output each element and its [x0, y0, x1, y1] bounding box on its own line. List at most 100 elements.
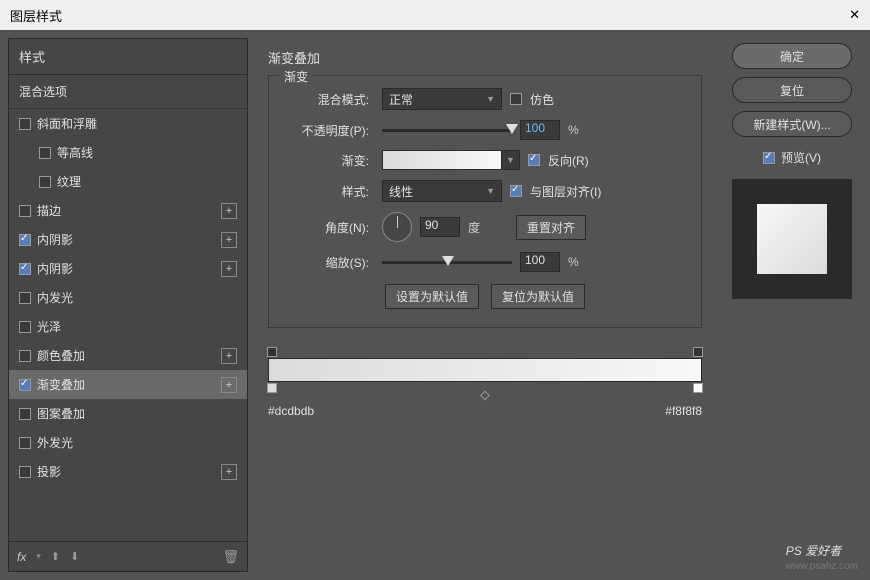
style-label: 等高线: [57, 144, 93, 161]
angle-input[interactable]: 90: [420, 217, 460, 237]
chevron-down-icon: ▼: [486, 186, 495, 196]
style-label: 光泽: [37, 318, 61, 335]
style-label: 投影: [37, 463, 61, 480]
style-item-4[interactable]: 内阴影 +: [9, 225, 247, 254]
fx-icon[interactable]: fx: [17, 550, 26, 564]
hex-left: #dcdbdb: [268, 404, 314, 418]
style-checkbox[interactable]: [19, 263, 31, 275]
style-checkbox[interactable]: [19, 437, 31, 449]
color-stop-left[interactable]: [267, 383, 277, 393]
arrow-down-icon[interactable]: ⬇: [70, 550, 79, 563]
reverse-checkbox[interactable]: [528, 154, 540, 166]
opacity-label: 不透明度(P):: [284, 122, 374, 139]
preview-thumbnail: [732, 179, 852, 299]
add-instance-icon[interactable]: +: [221, 203, 237, 219]
settings-panel: 渐变叠加 渐变 混合模式: 正常▼ 仿色 不透明度(P): 100 % 渐变:: [248, 38, 722, 572]
gradient-dropdown[interactable]: ▼: [502, 150, 520, 170]
color-stop-right[interactable]: [693, 383, 703, 393]
style-select[interactable]: 线性▼: [382, 180, 502, 202]
align-checkbox[interactable]: [510, 185, 522, 197]
add-instance-icon[interactable]: +: [221, 348, 237, 364]
add-instance-icon[interactable]: +: [221, 464, 237, 480]
scale-input[interactable]: 100: [520, 252, 560, 272]
new-style-button[interactable]: 新建样式(W)...: [732, 111, 852, 137]
cancel-button[interactable]: 复位: [732, 77, 852, 103]
styles-sidebar: 样式 混合选项 斜面和浮雕等高线纹理描边+内阴影+内阴影+内发光光泽颜色叠加+渐…: [8, 38, 248, 572]
style-checkbox[interactable]: [19, 292, 31, 304]
blending-options[interactable]: 混合选项: [9, 75, 247, 109]
opacity-stop-left[interactable]: [267, 347, 277, 357]
style-checkbox[interactable]: [19, 321, 31, 333]
add-instance-icon[interactable]: +: [221, 232, 237, 248]
window-title: 图层样式: [10, 6, 62, 25]
angle-dial[interactable]: [382, 212, 412, 242]
arrow-up-icon[interactable]: ⬆: [51, 550, 60, 563]
make-default-button[interactable]: 设置为默认值: [385, 284, 479, 309]
reverse-label: 反向(R): [548, 152, 589, 169]
blend-mode-select[interactable]: 正常▼: [382, 88, 502, 110]
watermark: PS 爱好者 www.psahz.com: [786, 538, 858, 572]
style-checkbox[interactable]: [19, 350, 31, 362]
style-checkbox[interactable]: [39, 147, 51, 159]
angle-label: 角度(N):: [284, 219, 374, 236]
style-checkbox[interactable]: [19, 408, 31, 420]
style-label: 描边: [37, 202, 61, 219]
opacity-input[interactable]: 100: [520, 120, 560, 140]
style-item-8[interactable]: 颜色叠加 +: [9, 341, 247, 370]
gradient-editor[interactable]: #dcdbdb #f8f8f8: [268, 358, 702, 418]
reset-align-button[interactable]: 重置对齐: [516, 215, 586, 240]
style-label: 渐变叠加: [37, 376, 85, 393]
style-item-9[interactable]: 渐变叠加 +: [9, 370, 247, 399]
align-label: 与图层对齐(I): [530, 183, 601, 200]
scale-label: 缩放(S):: [284, 254, 374, 271]
style-item-7[interactable]: 光泽: [9, 312, 247, 341]
style-label: 内阴影: [37, 231, 73, 248]
style-item-5[interactable]: 内阴影 +: [9, 254, 247, 283]
scale-slider[interactable]: [382, 261, 512, 264]
fieldset-label: 渐变: [279, 68, 313, 85]
preview-checkbox[interactable]: [763, 152, 775, 164]
close-icon[interactable]: ✕: [849, 7, 860, 23]
blend-mode-label: 混合模式:: [284, 91, 374, 108]
style-item-12[interactable]: 投影 +: [9, 457, 247, 486]
style-item-2[interactable]: 纹理: [9, 167, 247, 196]
style-label: 颜色叠加: [37, 347, 85, 364]
caret-icon: ▾: [36, 551, 41, 562]
section-title: 渐变叠加: [268, 48, 702, 67]
dither-label: 仿色: [530, 91, 554, 108]
style-label: 斜面和浮雕: [37, 115, 97, 132]
midpoint-icon[interactable]: [480, 391, 490, 401]
style-item-0[interactable]: 斜面和浮雕: [9, 109, 247, 138]
style-checkbox[interactable]: [39, 176, 51, 188]
ok-button[interactable]: 确定: [732, 43, 852, 69]
style-item-10[interactable]: 图案叠加: [9, 399, 247, 428]
dither-checkbox[interactable]: [510, 93, 522, 105]
style-label: 样式:: [284, 183, 374, 200]
scale-unit: %: [568, 255, 579, 269]
style-label: 内发光: [37, 289, 73, 306]
opacity-slider[interactable]: [382, 129, 512, 132]
chevron-down-icon: ▼: [486, 94, 495, 104]
style-item-6[interactable]: 内发光: [9, 283, 247, 312]
style-label: 内阴影: [37, 260, 73, 277]
style-item-1[interactable]: 等高线: [9, 138, 247, 167]
style-checkbox[interactable]: [19, 466, 31, 478]
sidebar-header: 样式: [9, 39, 247, 75]
hex-right: #f8f8f8: [665, 404, 702, 418]
style-checkbox[interactable]: [19, 379, 31, 391]
style-checkbox[interactable]: [19, 118, 31, 130]
style-item-11[interactable]: 外发光: [9, 428, 247, 457]
add-instance-icon[interactable]: +: [221, 377, 237, 393]
reset-default-button[interactable]: 复位为默认值: [491, 284, 585, 309]
style-checkbox[interactable]: [19, 205, 31, 217]
style-checkbox[interactable]: [19, 234, 31, 246]
style-label: 图案叠加: [37, 405, 85, 422]
style-label: 外发光: [37, 434, 73, 451]
angle-unit: 度: [468, 219, 480, 236]
add-instance-icon[interactable]: +: [221, 261, 237, 277]
style-item-3[interactable]: 描边 +: [9, 196, 247, 225]
title-bar: 图层样式 ✕: [0, 0, 870, 30]
opacity-stop-right[interactable]: [693, 347, 703, 357]
gradient-picker[interactable]: [382, 150, 502, 170]
trash-icon[interactable]: 🗑: [222, 549, 239, 565]
